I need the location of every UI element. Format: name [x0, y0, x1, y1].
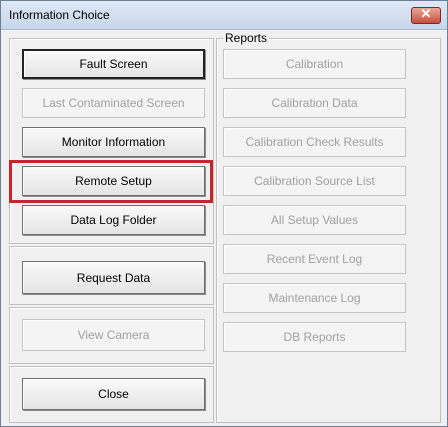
data-log-folder-button[interactable]: Data Log Folder	[22, 205, 205, 235]
close-button[interactable]: Close	[22, 378, 205, 410]
last-contaminated-screen-button[interactable]: Last Contaminated Screen	[22, 88, 205, 118]
recent-event-log-button[interactable]: Recent Event Log	[223, 244, 406, 274]
title-bar[interactable]: Information Choice ✕	[1, 1, 447, 30]
reports-group-label: Reports	[223, 31, 270, 45]
calibration-data-button[interactable]: Calibration Data	[223, 88, 406, 118]
maintenance-log-button[interactable]: Maintenance Log	[223, 283, 406, 313]
calibration-button[interactable]: Calibration	[223, 49, 406, 79]
calibration-check-results-button[interactable]: Calibration Check Results	[223, 127, 406, 157]
view-camera-button[interactable]: View Camera	[22, 319, 205, 351]
fault-screen-button[interactable]: Fault Screen	[22, 49, 205, 79]
monitor-information-button[interactable]: Monitor Information	[22, 127, 205, 157]
calibration-source-list-button[interactable]: Calibration Source List	[223, 166, 406, 196]
db-reports-button[interactable]: DB Reports	[223, 322, 406, 352]
close-icon: ✕	[420, 6, 432, 21]
window-title: Information Choice	[9, 8, 110, 22]
information-choice-window: Information Choice ✕ Fault Screen Last C…	[0, 0, 448, 427]
remote-setup-highlight	[9, 160, 213, 203]
request-data-button[interactable]: Request Data	[22, 261, 205, 294]
window-close-button[interactable]: ✕	[411, 6, 441, 24]
all-setup-values-button[interactable]: All Setup Values	[223, 205, 406, 235]
